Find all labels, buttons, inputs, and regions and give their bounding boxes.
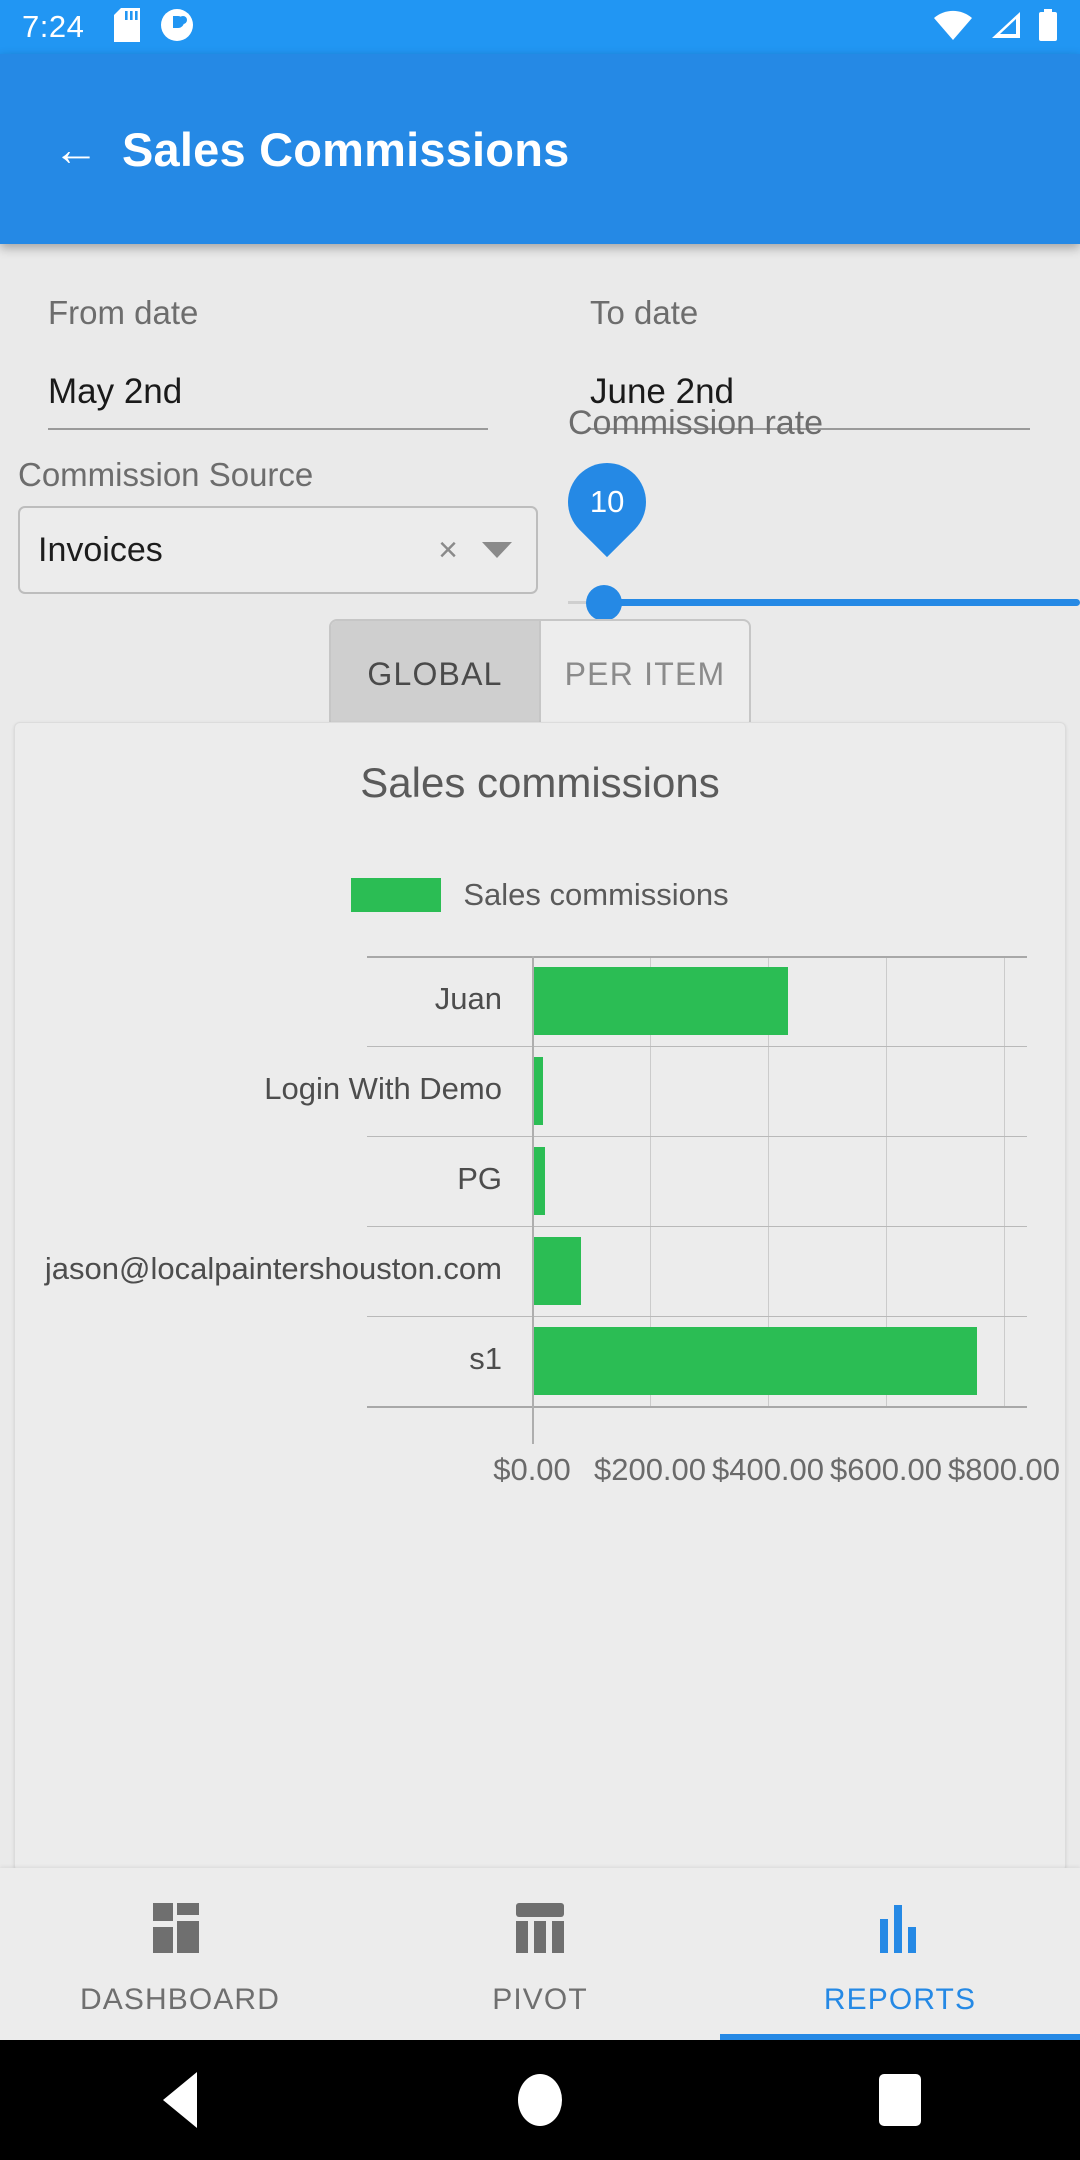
chart-bar[interactable]: [534, 1147, 545, 1215]
toggle-per-item[interactable]: PER ITEM: [541, 621, 749, 727]
clear-icon[interactable]: ×: [438, 533, 458, 567]
nav-item-reports[interactable]: REPORTS: [720, 1868, 1080, 2040]
chart-xtick-label: $600.00: [829, 1452, 943, 1487]
commission-source-value: Invoices: [38, 530, 163, 569]
toggle-global[interactable]: GLOBAL: [331, 621, 539, 727]
cellular-signal-icon: [988, 10, 1022, 45]
sd-card-icon: [114, 7, 141, 47]
app-notification-icon: [160, 8, 194, 47]
from-date-underline: [48, 428, 488, 430]
bar-chart-icon: [874, 1901, 926, 1955]
status-clock: 7:24: [22, 9, 85, 44]
status-left-icons: [114, 7, 194, 47]
chart-category-label: jason@localpaintershouston.com: [44, 1251, 502, 1286]
chart-top-border: [367, 956, 1027, 958]
wifi-icon: [934, 10, 972, 45]
dashboard-grid-icon: [151, 1901, 209, 1955]
chart-bar[interactable]: [534, 967, 788, 1035]
chevron-down-icon[interactable]: [482, 542, 512, 558]
nav-label-pivot: PIVOT: [492, 1983, 588, 2016]
chart-category-label: Login With Demo: [264, 1071, 502, 1106]
commission-rate-slider[interactable]: 10: [551, 446, 1080, 621]
commission-source-label: Commission Source: [18, 456, 314, 493]
mode-toggle-group: GLOBAL PER ITEM: [329, 619, 751, 729]
android-recents-button[interactable]: [720, 2074, 1080, 2126]
back-triangle-icon: [163, 2072, 197, 2128]
commission-rate-block: Commission rate 10: [551, 404, 1080, 621]
chart-gridline: [1004, 956, 1005, 1406]
android-home-button[interactable]: [360, 2074, 720, 2126]
chart-title: Sales commissions: [360, 759, 720, 806]
android-back-button[interactable]: [0, 2072, 360, 2128]
commission-rate-label: Commission rate: [568, 404, 824, 442]
chart-xtick-label: $0.00: [493, 1452, 571, 1487]
chart-row-separator: [367, 1226, 1027, 1227]
from-date-label: From date: [48, 294, 199, 331]
chart-category-label: PG: [457, 1161, 502, 1196]
app-bar: ← Sales Commissions: [0, 54, 1080, 244]
chart-row-separator: [367, 1046, 1027, 1047]
slider-value-bubble: 10: [551, 446, 663, 558]
chart-bar[interactable]: [534, 1327, 977, 1395]
commission-source-block: Commission Source Invoices ×: [18, 456, 538, 594]
to-date-label: To date: [590, 294, 699, 331]
home-circle-icon: [518, 2074, 562, 2126]
status-right-icons: [934, 8, 1058, 46]
from-date-field[interactable]: From date May 2nd: [48, 294, 488, 430]
page-title: Sales Commissions: [122, 122, 570, 176]
slider-track-active[interactable]: [594, 599, 1080, 606]
chart-category-label: s1: [469, 1341, 502, 1376]
slider-value-text: 10: [589, 484, 625, 520]
legend-swatch: [351, 878, 442, 912]
nav-label-dashboard: DASHBOARD: [80, 1983, 280, 2016]
chart-card: Sales commissions Sales commissions $0.0…: [14, 722, 1066, 1872]
chart-category-label: Juan: [434, 981, 502, 1016]
chart-bar[interactable]: [534, 1057, 543, 1125]
commission-source-select[interactable]: Invoices ×: [18, 506, 538, 594]
nav-label-reports: REPORTS: [823, 1983, 977, 2016]
battery-icon: [1038, 8, 1058, 46]
slider-thumb[interactable]: [586, 585, 622, 621]
chart-bottom-border: [367, 1406, 1027, 1408]
chart-value-axis: [532, 956, 534, 1444]
chart-plot-area[interactable]: $0.00 $200.00 $400.00 $600.00 $800.00 Juan Log…: [15, 948, 1065, 1848]
chart-xtick-label: $200.00: [593, 1452, 707, 1487]
chart-bar[interactable]: [534, 1237, 582, 1305]
chart-legend: Sales commissions: [15, 877, 1065, 913]
chart-row-separator: [367, 1316, 1027, 1317]
content-area: From date May 2nd To date June 2nd Commi…: [0, 244, 1080, 1872]
from-date-value: May 2nd: [48, 372, 183, 411]
chart-row-separator: [367, 1136, 1027, 1137]
nav-item-dashboard[interactable]: DASHBOARD: [0, 1868, 360, 2040]
back-arrow-icon[interactable]: ←: [50, 123, 102, 175]
android-system-nav: [0, 2040, 1080, 2160]
nav-item-pivot[interactable]: PIVOT: [360, 1868, 720, 2040]
legend-label: Sales commissions: [463, 877, 729, 912]
chart-xtick-label: $400.00: [711, 1452, 825, 1487]
recents-square-icon: [879, 2074, 921, 2126]
bottom-navigation: DASHBOARD PIVOT REPORTS: [0, 1868, 1080, 2040]
chart-xtick-label: $800.00: [947, 1452, 1061, 1487]
pivot-table-icon: [514, 1901, 566, 1955]
status-bar: 7:24: [0, 0, 1080, 54]
